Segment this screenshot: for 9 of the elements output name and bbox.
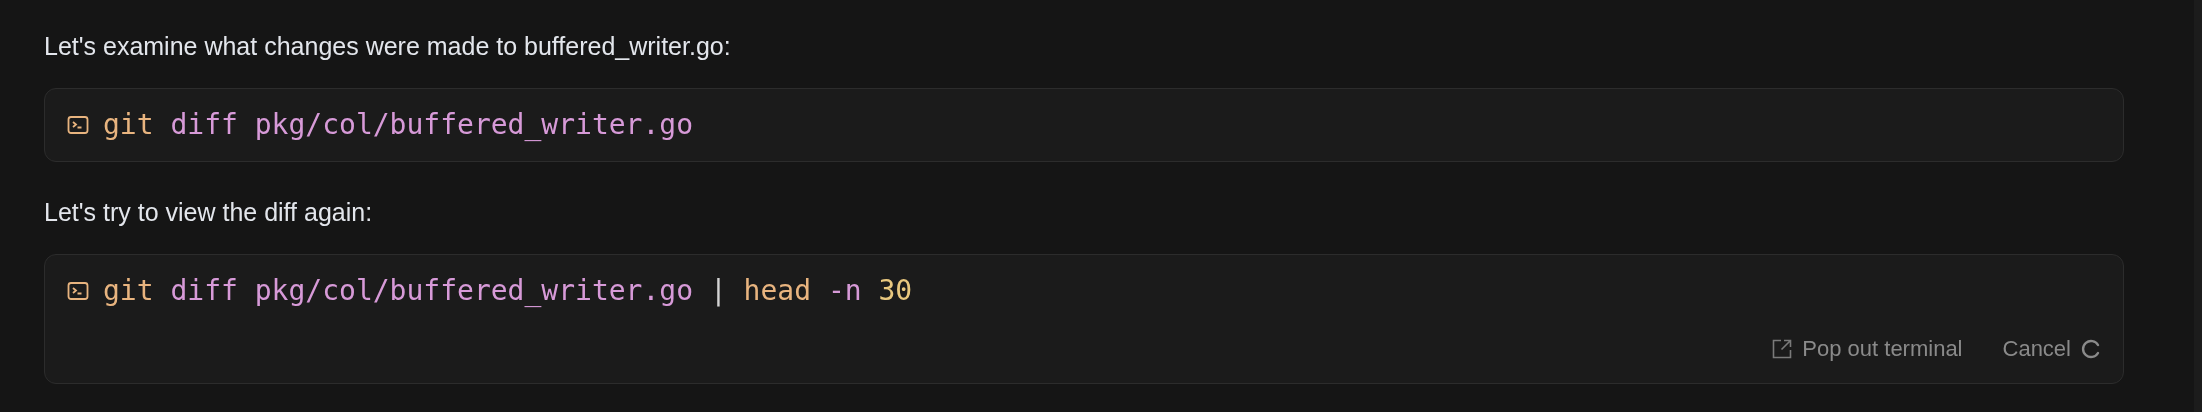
pop-out-button[interactable]: Pop out terminal	[1772, 332, 1963, 365]
external-link-icon	[1772, 338, 1793, 359]
cancel-button[interactable]: Cancel	[2002, 332, 2101, 365]
message-text: Let's examine what changes were made to buffered_writer.go:	[44, 31, 732, 62]
terminal-icon	[67, 281, 89, 301]
terminal-icon	[67, 115, 89, 135]
command-text: git diff pkg/col/buffered_writer.go | head -n 30	[103, 274, 913, 308]
message-text: Let's try to view the diff again:	[44, 197, 374, 228]
command-text: git diff pkg/col/buffered_writer.go	[103, 108, 694, 142]
